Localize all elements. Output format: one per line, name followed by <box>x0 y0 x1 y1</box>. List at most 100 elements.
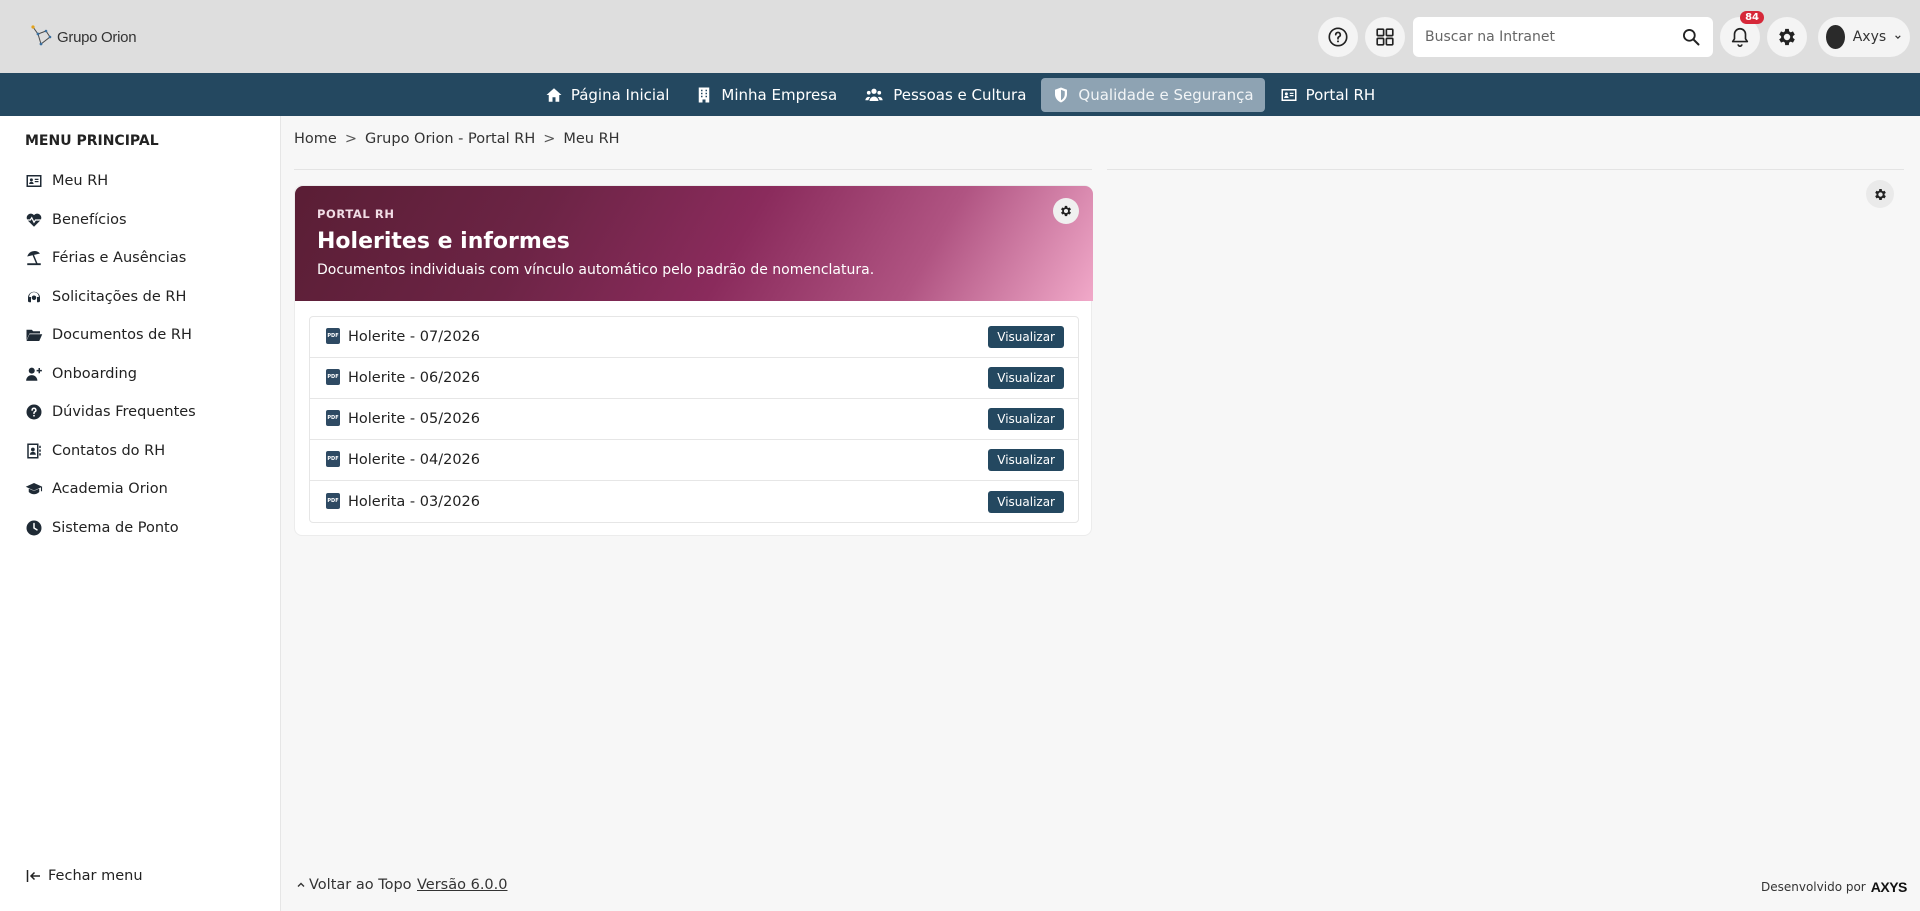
developer-brand-logo[interactable]: AXYS <box>1871 879 1908 895</box>
pdf-file-icon: PDF <box>326 410 340 426</box>
top-header: Grupo Orion 84 <box>0 0 1920 73</box>
sidebar-menu: Meu RH Benefícios Férias e Ausências Sol… <box>25 162 196 547</box>
bell-icon <box>1731 27 1749 47</box>
help-button[interactable] <box>1318 17 1358 57</box>
sidebar-item-solicitacoes[interactable]: Solicitações de RH <box>25 278 196 317</box>
view-button[interactable]: Visualizar <box>988 449 1064 471</box>
apps-button[interactable] <box>1365 17 1405 57</box>
logo-text: Grupo Orion <box>57 28 137 46</box>
grid-icon <box>1376 28 1394 46</box>
sidebar-item-academia[interactable]: Academia Orion <box>25 470 196 509</box>
avatar <box>1826 25 1845 49</box>
breadcrumb-current: Meu RH <box>563 131 620 147</box>
nav-item-label: Portal RH <box>1305 85 1376 104</box>
sidebar-item-beneficios[interactable]: Benefícios <box>25 201 196 240</box>
clock-icon <box>26 520 42 536</box>
view-button[interactable]: Visualizar <box>988 367 1064 389</box>
user-name: Axys <box>1852 29 1887 45</box>
developer-credit: Desenvolvido por AXYS <box>1761 879 1907 895</box>
document-name: Holerite - 06/2026 <box>348 370 481 386</box>
sidebar-item-contatos[interactable]: Contatos do RH <box>25 432 196 471</box>
nav-item-quality[interactable]: Qualidade e Segurança <box>1041 77 1265 112</box>
main-nav: Página Inicial Minha Empresa Pessoas e C… <box>0 73 1920 116</box>
umbrella-beach-icon <box>27 251 41 266</box>
document-name: Holerita - 03/2026 <box>348 493 480 510</box>
search-box <box>1413 17 1713 57</box>
folder-open-icon <box>26 330 43 342</box>
payslips-card: PORTAL RH Holerites e informes Documento… <box>294 185 1093 536</box>
search-icon[interactable] <box>1681 27 1701 47</box>
question-circle-icon <box>26 404 42 420</box>
sidebar-item-label: Dúvidas Frequentes <box>52 404 196 421</box>
sidebar-item-label: Meu RH <box>52 173 109 190</box>
sidebar-title: MENU PRINCIPAL <box>25 133 159 149</box>
user-menu[interactable]: Axys <box>1818 17 1910 57</box>
pdf-file-icon: PDF <box>326 328 340 344</box>
document-list: PDF Holerite - 07/2026 Visualizar PDF Ho… <box>309 316 1079 523</box>
nav-item-label: Minha Empresa <box>721 85 838 104</box>
nav-item-label: Página Inicial <box>570 85 670 104</box>
home-icon <box>546 87 562 102</box>
zone-settings-button[interactable] <box>1866 180 1894 208</box>
headset-icon <box>28 291 40 302</box>
developed-by-label: Desenvolvido por <box>1761 880 1866 894</box>
sidebar-item-ponto[interactable]: Sistema de Ponto <box>25 509 196 548</box>
list-item: PDF Holerite - 06/2026 Visualizar <box>310 358 1078 399</box>
chevron-up-icon <box>297 882 305 887</box>
pdf-file-icon: PDF <box>326 492 340 509</box>
sidebar-item-label: Férias e Ausências <box>52 250 187 267</box>
address-book-icon <box>27 443 41 459</box>
pdf-file-icon: PDF <box>326 369 340 385</box>
sidebar-item-label: Contatos do RH <box>52 442 166 459</box>
chevron-down-icon <box>1895 35 1901 40</box>
divider <box>294 169 1092 170</box>
nav-item-home[interactable]: Página Inicial <box>534 78 681 112</box>
search-input[interactable] <box>1425 29 1681 45</box>
breadcrumb-home[interactable]: Home <box>294 131 337 147</box>
document-name: Holerite - 05/2026 <box>348 411 481 427</box>
graduation-cap-icon <box>25 483 43 495</box>
sidebar-item-meu-rh[interactable]: Meu RH <box>25 162 196 201</box>
settings-button[interactable] <box>1767 17 1807 57</box>
sidebar: MENU PRINCIPAL Meu RH Benefícios Férias … <box>0 116 281 911</box>
card-banner: PORTAL RH Holerites e informes Documento… <box>295 186 1093 301</box>
heart-pulse-icon <box>26 213 42 227</box>
sidebar-item-ferias[interactable]: Férias e Ausências <box>25 239 196 278</box>
card-subtitle: Documentos individuais com vínculo autom… <box>317 262 875 278</box>
nav-item-people[interactable]: Pessoas e Cultura <box>852 78 1037 112</box>
breadcrumb-portal-rh[interactable]: Grupo Orion - Portal RH <box>365 131 535 147</box>
list-item: PDF Holerite - 04/2026 Visualizar <box>310 440 1078 481</box>
sidebar-item-label: Benefícios <box>52 211 127 228</box>
sidebar-item-documentos[interactable]: Documentos de RH <box>25 316 196 355</box>
company-logo[interactable]: Grupo Orion <box>29 24 137 50</box>
view-button[interactable]: Visualizar <box>988 326 1064 348</box>
version-link[interactable]: Versão 6.0.0 <box>417 877 508 893</box>
document-name: Holerite - 04/2026 <box>348 452 481 468</box>
user-plus-icon <box>26 367 42 381</box>
sidebar-item-label: Onboarding <box>52 365 137 382</box>
shield-icon <box>1055 87 1068 102</box>
nav-item-company[interactable]: Minha Empresa <box>684 78 848 112</box>
sidebar-item-onboarding[interactable]: Onboarding <box>25 355 196 394</box>
sidebar-item-label: Solicitações de RH <box>52 288 187 305</box>
divider <box>1107 169 1904 170</box>
users-icon <box>865 88 883 101</box>
close-menu-button[interactable]: Fechar menu <box>26 868 143 884</box>
card-eyebrow: PORTAL RH <box>317 207 395 221</box>
constellation-icon <box>31 25 52 46</box>
view-button[interactable]: Visualizar <box>988 490 1064 513</box>
notifications-button[interactable]: 84 <box>1720 11 1764 57</box>
list-item: PDF Holerite - 07/2026 Visualizar <box>310 317 1078 358</box>
view-button[interactable]: Visualizar <box>988 408 1064 430</box>
gear-icon <box>1061 205 1071 217</box>
gear-icon <box>1779 28 1795 46</box>
gear-icon <box>1874 188 1886 200</box>
sidebar-item-label: Documentos de RH <box>52 327 192 344</box>
nav-item-portal-rh[interactable]: Portal RH <box>1269 78 1387 112</box>
sidebar-item-duvidas[interactable]: Dúvidas Frequentes <box>25 393 196 432</box>
document-name: Holerite - 07/2026 <box>348 329 481 345</box>
arrow-left-to-line-icon <box>26 870 40 882</box>
card-settings-button[interactable] <box>1053 198 1079 224</box>
back-to-top-link[interactable]: Voltar ao Topo <box>296 877 412 893</box>
breadcrumb: Home > Grupo Orion - Portal RH > Meu RH <box>294 131 620 147</box>
